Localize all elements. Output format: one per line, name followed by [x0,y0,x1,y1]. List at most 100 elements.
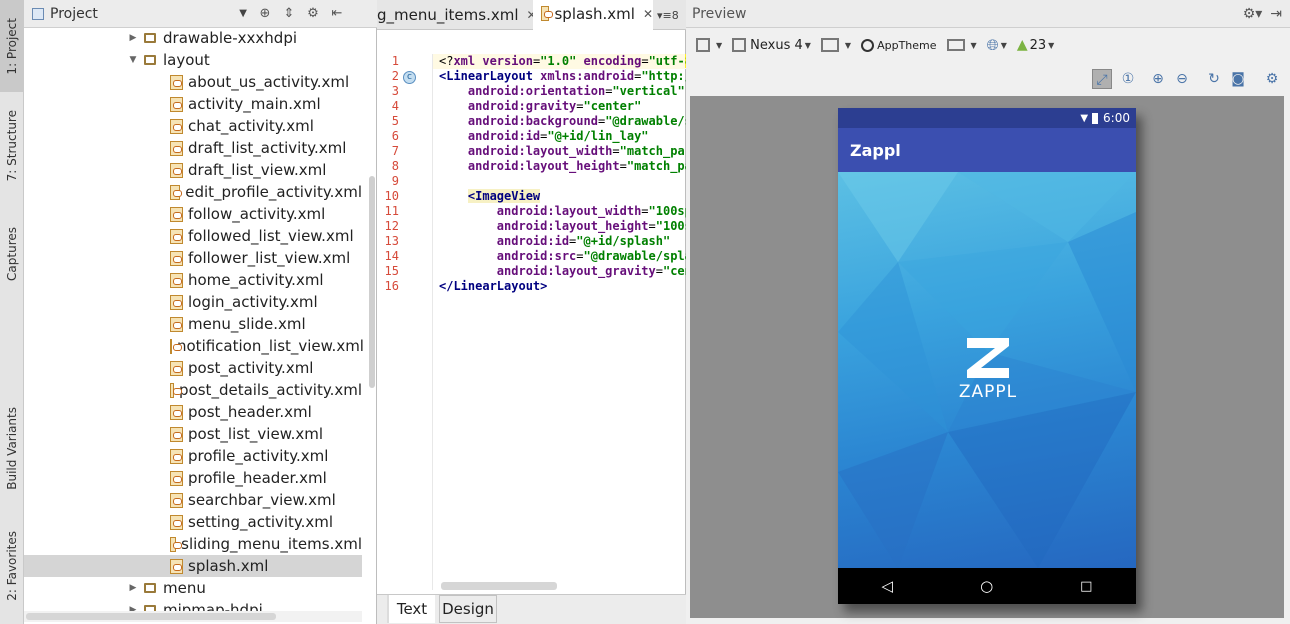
tree-file[interactable]: edit_profile_activity.xml [24,181,362,203]
tree-folder[interactable]: ▼ layout [24,49,362,71]
xml-file-icon [170,360,183,376]
camera-icon[interactable]: ◙ [1228,69,1248,89]
code-line[interactable]: android:gravity="center" [439,99,641,114]
tree-file[interactable]: setting_activity.xml [24,511,362,533]
tool-tab-build-variants-label: Build Variants [5,406,19,490]
xml-file-icon [170,448,183,464]
tree-item-label: followed_list_view.xml [188,227,354,245]
tab-sliding-menu-items[interactable]: g_menu_items.xml ✕ [373,0,537,30]
tree-folder[interactable]: ▶ menu [24,577,362,599]
tree-file[interactable]: profile_header.xml [24,467,362,489]
code-line[interactable]: android:id="@+id/lin_lay" [439,129,649,144]
line-number: 13 [384,234,399,248]
code-line[interactable]: </LinearLayout> [439,279,547,294]
gear-icon[interactable]: ⚙▾ [1243,6,1263,22]
zoom-fit-icon[interactable]: ⤢ [1092,69,1112,89]
tab-design[interactable]: Design [439,595,497,623]
class-gutter-icon[interactable]: c [403,71,416,84]
project-tree-hscrollbar[interactable] [24,611,362,622]
hscroll-thumb[interactable] [26,613,276,620]
tree-file[interactable]: follower_list_view.xml [24,247,362,269]
tool-tab-captures[interactable]: Captures [0,214,24,294]
code-line[interactable]: android:src="@drawable/splas [439,249,699,264]
tab-splash[interactable]: splash.xml ✕ [533,0,653,30]
tree-file[interactable]: about_us_activity.xml [24,71,362,93]
line-number: 11 [384,204,399,218]
code-line[interactable]: <ImageView [439,189,541,204]
tab-design-label: Design [442,600,494,618]
zoom-out-icon[interactable]: ⊖ [1172,69,1192,89]
tree-file[interactable]: activity_main.xml [24,93,362,115]
api-selector[interactable]: ▲ 23 ▼ [1017,37,1054,53]
gear-icon[interactable]: ⚙ [1262,69,1282,89]
code-line[interactable]: android:layout_width="100sp [439,204,692,219]
tool-tab-structure[interactable]: 7: Structure [0,104,24,188]
tree-file[interactable]: splash.xml [24,555,362,577]
folder-icon [144,583,156,593]
close-icon[interactable]: ✕ [643,7,653,21]
back-icon[interactable]: ◁ [882,577,894,595]
tree-file[interactable]: post_header.xml [24,401,362,423]
tree-item-label: post_activity.xml [188,359,314,377]
gear-icon[interactable]: ⚙ [301,6,325,21]
code-line[interactable]: android:orientation="vertical" [439,84,685,99]
tool-tab-build-variants[interactable]: Build Variants [0,396,24,500]
tool-tab-project[interactable]: 1: Project [0,0,24,92]
editor-hscrollbar[interactable] [441,582,557,590]
tab-overflow-button[interactable]: ▾≡8 [657,0,686,30]
tree-file[interactable]: post_list_view.xml [24,423,362,445]
locale-selector[interactable]: 🌐︎ ▼ [987,36,1007,54]
code-line[interactable]: android:id="@+id/splash" [439,234,670,249]
orientation-button[interactable]: ▼ [820,38,852,52]
hide-panel-icon[interactable]: ⇤ [325,6,349,21]
tab-text[interactable]: Text [389,595,435,623]
theme-label: AppTheme [877,38,937,52]
tree-item-label: post_header.xml [188,403,312,421]
phone-icon [732,38,747,52]
tree-file[interactable]: chat_activity.xml [24,115,362,137]
device-config-button[interactable]: ▼ [696,38,722,52]
tree-file[interactable]: login_activity.xml [24,291,362,313]
tree-file[interactable]: draft_list_view.xml [24,159,362,181]
tree-file[interactable]: sliding_menu_items.xml [24,533,362,555]
tool-tab-favorites[interactable]: 2: Favorites [0,518,24,614]
scroll-from-source-icon[interactable]: ⊕ [253,6,277,21]
activity-selector[interactable]: ▼ [946,39,977,51]
editor-mode-tabs: Text Design [377,594,686,624]
recents-icon[interactable]: □ [1080,579,1092,594]
tree-folder[interactable]: ▶ drawable-xxxhdpi [24,27,362,49]
tree-file[interactable]: profile_activity.xml [24,445,362,467]
chevron-down-icon: ▼ [844,40,852,50]
tree-file[interactable]: home_activity.xml [24,269,362,291]
tree-item-label: draft_list_view.xml [188,161,327,179]
tree-file[interactable]: searchbar_view.xml [24,489,362,511]
tree-file[interactable]: post_activity.xml [24,357,362,379]
zoom-in-icon[interactable]: ⊕ [1148,69,1168,89]
code-line[interactable]: <LinearLayout xmlns:android="http:// [439,69,699,84]
project-view-selector[interactable]: Project ▼ [32,3,253,25]
project-tree-scrollbar[interactable] [369,176,375,388]
device-selector[interactable]: Nexus 4 ▼ [732,38,811,53]
tree-file[interactable]: notification_list_view.xml [24,335,364,357]
expand-arrow-icon[interactable]: ▶ [128,583,138,593]
code-line[interactable]: <?xml version="1.0" encoding="utf-8" [439,54,699,69]
expand-arrow-icon[interactable]: ▶ [128,33,138,43]
tree-file[interactable]: menu_slide.xml [24,313,362,335]
collapse-all-icon[interactable]: ⇕ [277,6,301,21]
code-line[interactable]: android:layout_height="100s [439,219,692,234]
actual-size-icon[interactable]: ① [1118,69,1138,89]
tree-file[interactable]: draft_list_activity.xml [24,137,362,159]
code-line[interactable]: android:layout_width="match_pare [439,144,699,159]
xml-file-icon [170,492,183,508]
code-line[interactable]: android:background="@drawable/sp [439,114,699,129]
tree-file[interactable]: follow_activity.xml [24,203,362,225]
refresh-icon[interactable]: ↻ [1204,69,1224,89]
code-line[interactable]: android:layout_height="match_pa [439,159,692,174]
tree-file[interactable]: followed_list_view.xml [24,225,362,247]
hide-panel-icon[interactable]: ⇥ [1270,6,1282,22]
home-icon[interactable]: ○ [980,577,993,595]
collapse-arrow-icon[interactable]: ▼ [128,55,138,65]
tree-file[interactable]: post_details_activity.xml [24,379,362,401]
theme-selector[interactable]: AppTheme [861,38,937,52]
code-line[interactable]: android:layout_gravity="cen [439,264,692,279]
